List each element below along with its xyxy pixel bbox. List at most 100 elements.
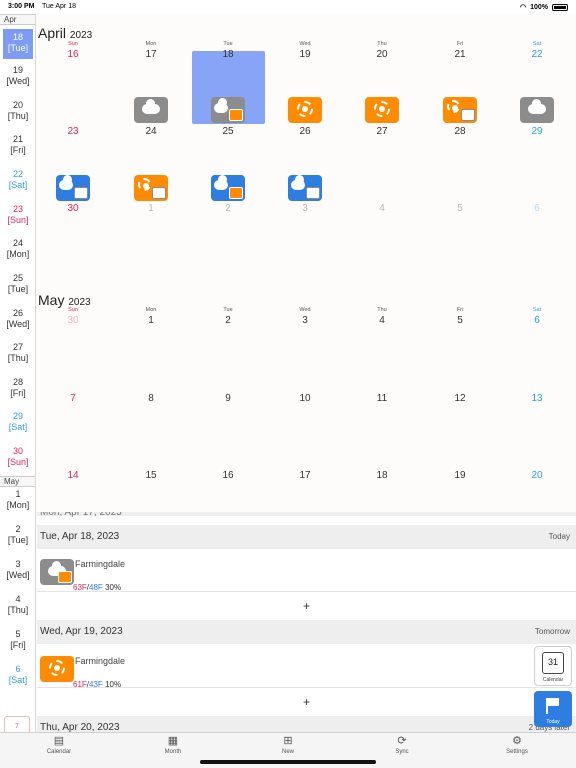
weather-icon [40,656,74,682]
weather-icon [40,559,74,585]
day-cell[interactable]: 23 [53,126,93,137]
day-cell[interactable]: 17 [285,470,325,481]
home-indicator [200,760,376,764]
sidebar-day-weekday: [Fri] [10,145,26,155]
weekday-header: Wed [299,41,311,47]
secondary-weather-icon [152,187,166,199]
day-cell[interactable]: 5 [440,315,480,326]
sidebar-day[interactable]: 29 [Sat] [0,411,35,433]
sidebar-day-weekday: [Wed] [6,319,30,329]
tab-sync[interactable]: ⟳ Sync [372,735,432,755]
tab-calendar[interactable]: ▤ Calendar [29,735,89,755]
sidebar-day[interactable]: 20 [Thu] [0,100,35,122]
status-bar: 3:00 PM Tue Apr 18 ◠ 100% [0,0,576,14]
day-cell[interactable]: 1 [131,315,171,326]
day-cell[interactable]: 6 [517,203,557,214]
day-cell[interactable]: 13 [517,393,557,404]
day-cell[interactable]: 4 [362,203,402,214]
day-cell[interactable]: 27 [362,126,402,137]
day-cell[interactable]: 18 [208,49,248,60]
day-cell[interactable]: 9 [208,393,248,404]
sun-icon [138,178,151,191]
add-event-button[interactable]: + [37,695,576,709]
mini-calendar-icon[interactable]: 7 [4,716,30,732]
sun-icon [49,660,65,676]
day-cell[interactable]: 29 [517,126,557,137]
day-cell[interactable]: 8 [131,393,171,404]
sidebar-day[interactable]: 24 [Mon] [0,238,35,260]
day-cell[interactable]: 3 [285,203,325,214]
sidebar-day[interactable]: 4 [Thu] [0,594,35,616]
day-cell[interactable]: 28 [440,126,480,137]
divider [37,591,576,592]
list-icon: ▤ [53,735,65,747]
sidebar-day[interactable]: 27 [Thu] [0,342,35,364]
agenda-day-header: Wed, Apr 19, 2023 Tomorrow [37,620,576,644]
sidebar-day-number: 26 [12,308,23,318]
day-cell[interactable]: 18 [362,470,402,481]
day-cell[interactable]: 7 [53,393,93,404]
today-button[interactable]: Today [534,691,572,727]
day-cell[interactable]: 16 [208,470,248,481]
weather-icon [520,97,554,123]
add-event-button[interactable]: + [37,599,576,613]
day-cell[interactable]: 24 [131,126,171,137]
day-cell[interactable]: 19 [440,470,480,481]
secondary-weather-icon [306,187,320,199]
day-cell[interactable]: 30 [53,315,93,326]
day-cell[interactable]: 20 [362,49,402,60]
sidebar-day[interactable]: 6 [Sat] [0,664,35,686]
day-cell[interactable]: 20 [517,470,557,481]
day-cell[interactable]: 17 [131,49,171,60]
tab-settings[interactable]: ⚙ Settings [487,735,547,755]
sidebar-day-weekday: [Thu] [7,111,29,121]
day-cell[interactable]: 26 [285,126,325,137]
sidebar-day[interactable]: 1 [Mon] [0,489,35,511]
weather-entry[interactable]: Farmingdale 61F/43F 10% [37,646,576,692]
day-sidebar[interactable]: Apr May 18 [Tue] 19 [Wed] 20 [Thu] 21 [Fri] 22 [Sat… [0,14,36,732]
weekday-header: Tue [223,41,233,47]
day-cell[interactable]: 2 [208,315,248,326]
sidebar-day[interactable]: 23 [Sun] [0,204,35,226]
sidebar-day[interactable]: 5 [Fri] [0,629,35,651]
sidebar-day[interactable]: 3 [Wed] [0,559,35,581]
day-cell[interactable]: 1 [131,203,171,214]
day-cell[interactable]: 21 [440,49,480,60]
sidebar-day[interactable]: 18 [Tue] [3,29,33,59]
calendar-button[interactable]: 31 Calendar [534,646,572,686]
day-cell[interactable]: 2 [208,203,248,214]
sidebar-day[interactable]: 19 [Wed] [0,65,35,87]
mini-calendar-day: 7 [15,723,19,730]
agenda-list[interactable]: Mon, Apr 17, 2023 Tue, Apr 18, 2023 Today F… [37,512,576,732]
day-cell[interactable]: 4 [362,315,402,326]
day-cell[interactable]: 15 [131,470,171,481]
weekday-header: Mon [145,41,157,47]
tab-new[interactable]: ⊞ New [258,735,318,755]
day-cell[interactable]: 12 [440,393,480,404]
sidebar-day[interactable]: 25 [Tue] [0,273,35,295]
cloud-icon [214,98,228,113]
day-cell[interactable]: 5 [440,203,480,214]
day-cell[interactable]: 6 [517,315,557,326]
day-cell[interactable]: 25 [208,126,248,137]
weather-entry[interactable]: Farmingdale 63F/48F 30% [37,549,576,595]
day-cell[interactable]: 10 [285,393,325,404]
sidebar-day[interactable]: 26 [Wed] [0,308,35,330]
sidebar-day[interactable]: 30 [Sun] [0,446,35,468]
day-cell[interactable]: 19 [285,49,325,60]
sidebar-day[interactable]: 2 [Tue] [0,524,35,546]
tab-month[interactable]: ▦ Month [143,735,203,755]
sidebar-day[interactable]: 28 [Fri] [0,377,35,399]
sidebar-day[interactable]: 21 [Fri] [0,134,35,156]
day-cell[interactable]: 11 [362,393,402,404]
sidebar-month-label: Apr [0,14,35,25]
status-date: Tue Apr 18 [42,3,76,10]
day-cell[interactable]: 14 [53,470,93,481]
sidebar-day-weekday: [Sat] [8,675,28,685]
sidebar-day[interactable]: 22 [Sat] [0,169,35,191]
day-cell[interactable]: 3 [285,315,325,326]
day-cell[interactable]: 22 [517,49,557,60]
day-cell[interactable]: 16 [53,49,93,60]
day-cell[interactable]: 30 [53,203,93,214]
battery-icon [552,3,568,11]
